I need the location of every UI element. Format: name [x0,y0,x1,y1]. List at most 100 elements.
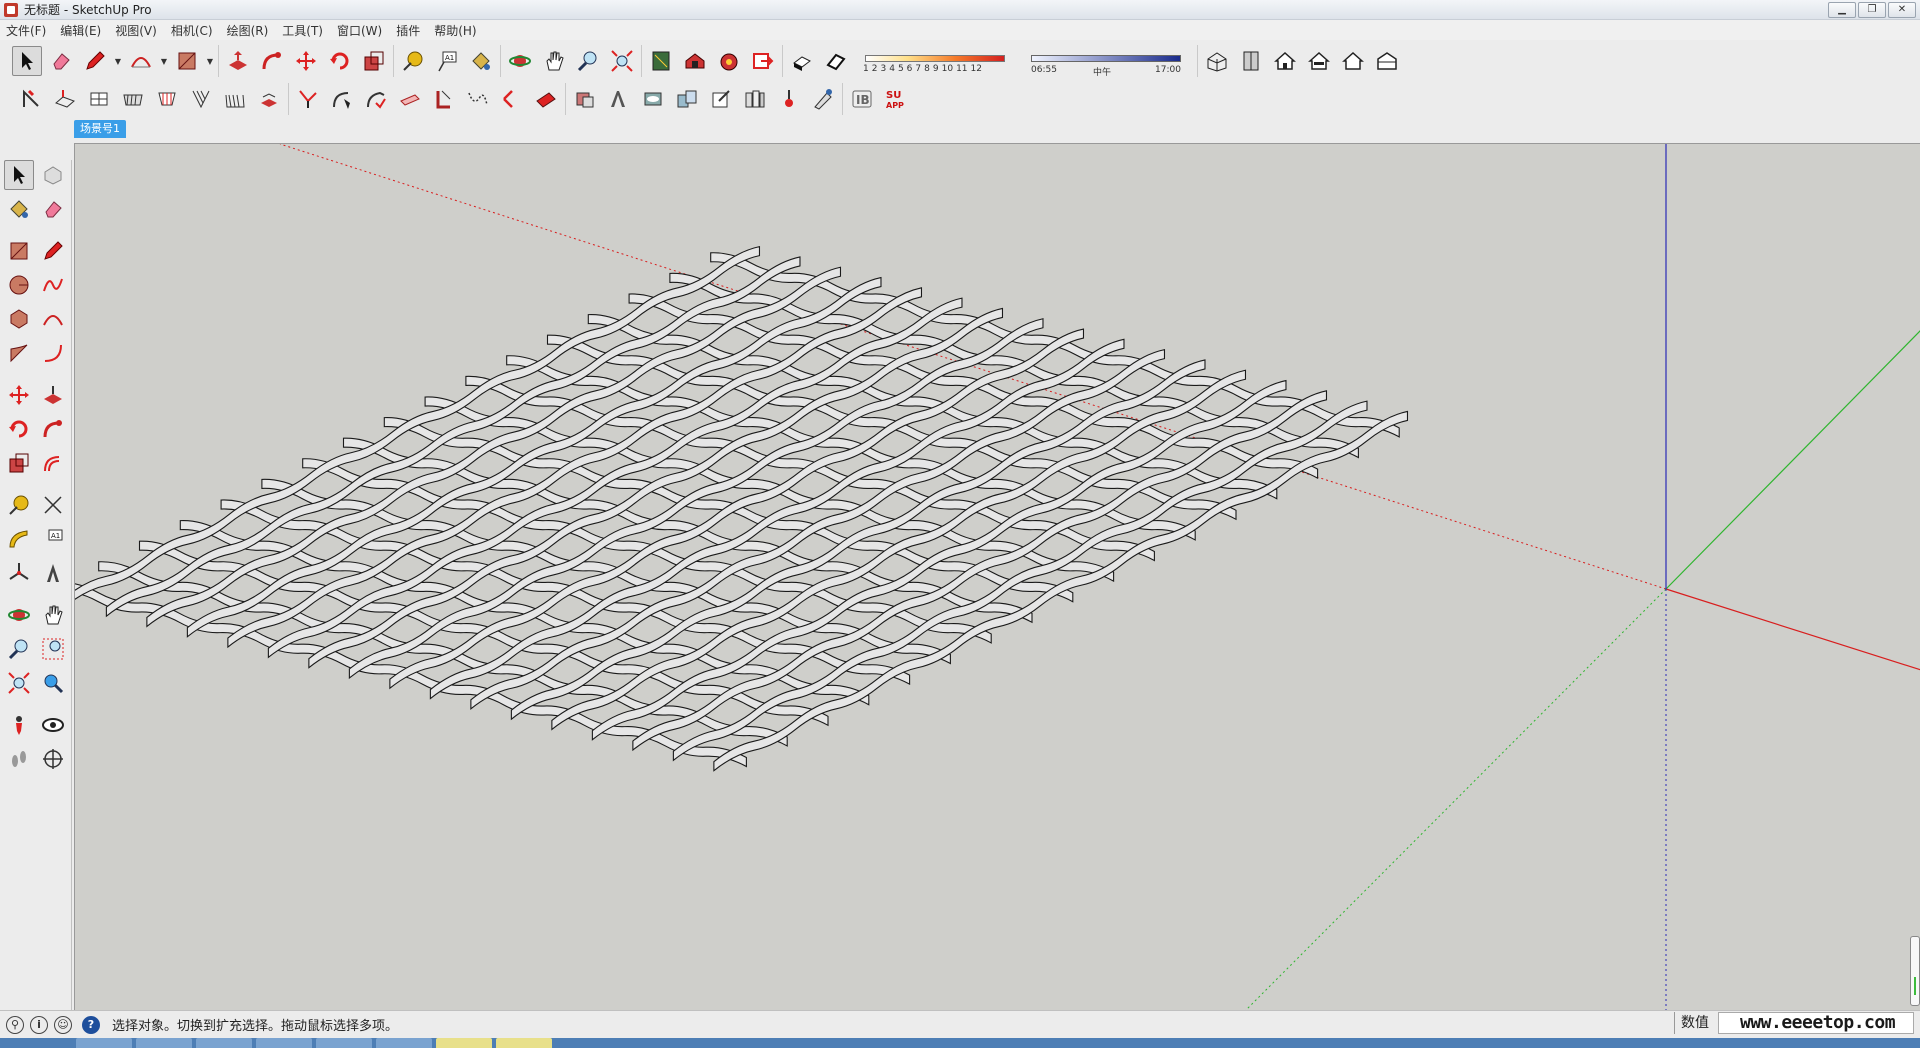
user-icon[interactable]: ☺ [54,1015,72,1034]
style-icon[interactable] [531,84,561,114]
help-icon[interactable]: ? [82,1015,100,1034]
lock-icon[interactable] [774,84,804,114]
move-icon[interactable] [4,380,34,410]
export-icon[interactable] [706,84,736,114]
make-component-icon[interactable] [38,160,68,190]
rectangle-icon[interactable] [172,46,202,76]
offset-icon[interactable] [463,84,493,114]
push-pull-icon[interactable] [38,380,68,410]
push-pull-icon[interactable] [223,46,253,76]
stamp-icon[interactable] [118,84,148,114]
paint-bucket-icon[interactable] [466,46,496,76]
intersect-icon[interactable] [293,84,323,114]
smoove-icon[interactable] [84,84,114,114]
menu-help[interactable]: 帮助(H) [434,22,476,39]
warehouse-icon[interactable] [680,46,710,76]
shadows-icon[interactable] [787,46,817,76]
extension-warehouse-icon[interactable] [714,46,744,76]
drape-icon[interactable] [152,84,182,114]
entity-info-icon[interactable] [672,84,702,114]
send-to-layout-icon[interactable] [748,46,778,76]
restore-button[interactable]: ❐ [1858,2,1886,18]
menu-file[interactable]: 文件(F) [6,22,46,39]
geolocation-icon[interactable]: ⚲ [6,1015,24,1034]
modeling-viewport[interactable] [74,143,1920,1010]
eraser-icon[interactable] [46,46,76,76]
rotate-icon[interactable] [4,414,34,444]
sketchup-app-icon[interactable] [4,2,18,17]
menu-tools[interactable]: 工具(T) [282,22,323,39]
pie-icon[interactable] [4,338,34,368]
3d-text-icon[interactable] [38,558,68,588]
pan-icon[interactable] [539,46,569,76]
time-of-day-slider[interactable]: 06:55 中午 17:00 [1027,45,1187,78]
follow-me-icon[interactable] [257,46,287,76]
polygon-icon[interactable] [4,304,34,334]
taskbar-button[interactable] [256,1038,312,1048]
text-icon[interactable]: A1 [432,46,462,76]
left-view-icon[interactable] [1372,46,1402,76]
minimize-button[interactable]: ▁ [1828,2,1856,18]
select-icon[interactable] [12,46,42,76]
subtract-icon[interactable] [361,84,391,114]
from-contours-icon[interactable] [50,84,80,114]
taskbar-button[interactable] [316,1038,372,1048]
section-plane-icon[interactable] [497,84,527,114]
iso-view-icon[interactable] [1202,46,1232,76]
tape-measure-icon[interactable] [4,490,34,520]
menu-view[interactable]: 视图(V) [115,22,157,39]
menu-edit[interactable]: 编辑(E) [60,22,101,39]
line-icon[interactable] [38,236,68,266]
shadow-scale[interactable]: 1 2 3 4 5 6 7 8 9 10 11 12 [861,45,1011,77]
eraser-icon[interactable] [38,194,68,224]
back-view-icon[interactable] [1338,46,1368,76]
rotate-icon[interactable] [325,46,355,76]
zoom-icon[interactable] [573,46,603,76]
top-view-icon[interactable] [1236,46,1266,76]
trim-icon[interactable] [395,84,425,114]
paint-bucket-icon[interactable] [4,194,34,224]
protractor-icon[interactable] [4,524,34,554]
fog-icon[interactable] [821,46,851,76]
follow-me-icon[interactable] [38,414,68,444]
solid-tools-icon[interactable] [254,84,284,114]
pan-icon[interactable] [38,600,68,630]
taskbar-button[interactable] [136,1038,192,1048]
union-icon[interactable] [327,84,357,114]
axes-icon[interactable] [4,558,34,588]
select-icon[interactable] [4,160,34,190]
zoom-extents-icon[interactable] [4,668,34,698]
dimension-icon[interactable] [38,490,68,520]
circle-icon[interactable] [4,270,34,300]
look-around-icon[interactable] [38,710,68,740]
woven-mesh-model[interactable] [75,144,1920,1010]
taskbar-button[interactable] [376,1038,432,1048]
tape-measure-icon[interactable] [398,46,428,76]
components-icon[interactable] [646,46,676,76]
taskbar-button[interactable] [76,1038,132,1048]
arc-icon[interactable] [126,46,156,76]
scale-icon[interactable] [359,46,389,76]
zoom-icon[interactable] [4,634,34,664]
front-view-icon[interactable] [1270,46,1300,76]
arc-icon[interactable] [38,304,68,334]
split-icon[interactable] [429,84,459,114]
paint-icon[interactable] [808,84,838,114]
scale-icon[interactable] [4,448,34,478]
menu-window[interactable]: 窗口(W) [337,22,382,39]
taskbar-button[interactable] [436,1038,492,1048]
layers-icon[interactable] [570,84,600,114]
zoom-window-icon[interactable] [38,634,68,664]
scenes-icon[interactable] [740,84,770,114]
zoom-scroll-handle[interactable] [1910,936,1920,1006]
menu-camera[interactable]: 相机(C) [171,22,213,39]
sandbox-icon[interactable] [16,84,46,114]
materials-icon[interactable] [638,84,668,114]
rectangle-icon[interactable] [4,236,34,266]
close-button[interactable]: ✕ [1888,2,1916,18]
menu-plugins[interactable]: 插件 [396,22,420,39]
pencil-dropdown-icon[interactable]: ▼ [114,57,122,66]
plugin-b-icon[interactable]: IB [847,84,877,114]
previous-view-icon[interactable] [38,668,68,698]
outliner-icon[interactable] [604,84,634,114]
